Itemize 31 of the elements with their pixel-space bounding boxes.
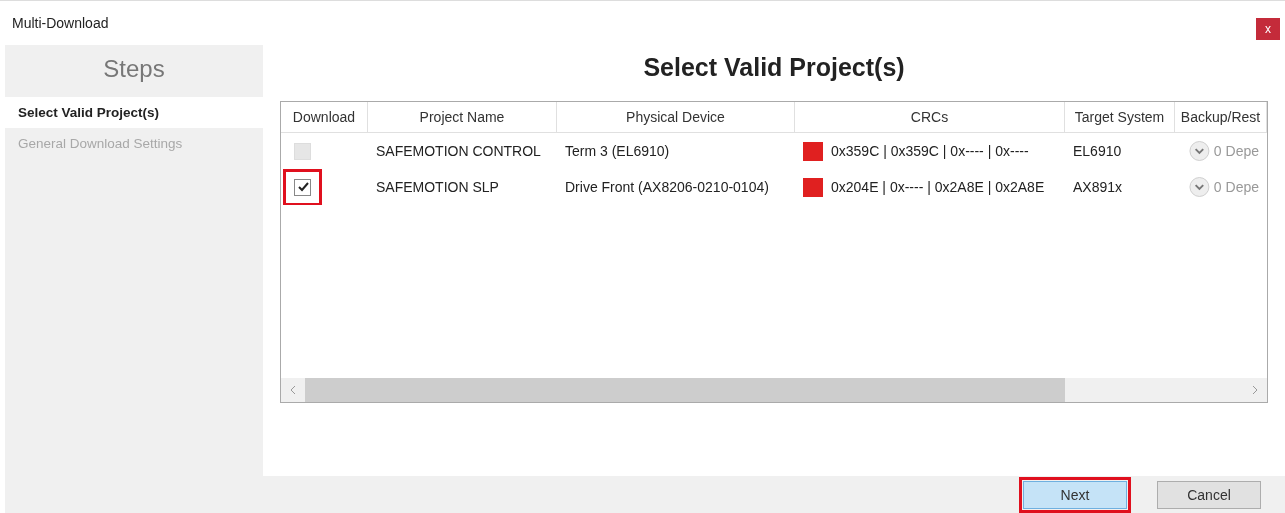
chevron-down-icon[interactable] bbox=[1189, 176, 1210, 198]
column-header[interactable]: Target System bbox=[1065, 102, 1175, 133]
step-item[interactable]: Select Valid Project(s) bbox=[5, 97, 263, 128]
close-button[interactable]: x bbox=[1256, 18, 1280, 40]
cancel-button[interactable]: Cancel bbox=[1157, 481, 1261, 509]
scroll-right-icon[interactable] bbox=[1252, 385, 1258, 395]
column-header[interactable]: Backup/Rest bbox=[1175, 102, 1267, 133]
scrollbar-thumb[interactable] bbox=[305, 378, 1065, 402]
scroll-left-icon[interactable] bbox=[290, 385, 296, 395]
column-header[interactable]: Download bbox=[281, 102, 368, 133]
chevron-down-icon[interactable] bbox=[1189, 140, 1210, 162]
column-header[interactable]: Physical Device bbox=[557, 102, 795, 133]
next-button[interactable]: Next bbox=[1023, 481, 1127, 509]
table-cell: 0x204E | 0x---- | 0x2A8E | 0x2A8E bbox=[831, 179, 1045, 195]
column-header[interactable]: CRCs bbox=[795, 102, 1065, 133]
table-cell: EL6910 bbox=[1073, 143, 1122, 159]
sidebar-title: Steps bbox=[102, 54, 166, 84]
table-cell: Term 3 (EL6910) bbox=[565, 143, 670, 159]
horizontal-scrollbar[interactable] bbox=[281, 378, 1267, 402]
column-header[interactable]: Project Name bbox=[368, 102, 557, 133]
table-cell: Drive Front (AX8206-0210-0104) bbox=[565, 179, 769, 195]
table-cell: SAFEMOTION CONTROL bbox=[376, 143, 541, 159]
window-title: Multi-Download bbox=[12, 15, 109, 31]
page-title: Select Valid Project(s) bbox=[642, 52, 906, 83]
table-cell: 0x359C | 0x359C | 0x---- | 0x---- bbox=[831, 143, 1029, 159]
table-cell: SAFEMOTION SLP bbox=[376, 179, 499, 195]
checkmark-icon bbox=[296, 181, 309, 193]
table-cell: 0 Depe bbox=[1213, 143, 1259, 159]
table-cell: 0 Depe bbox=[1213, 179, 1259, 195]
table-cell: AX891x bbox=[1073, 179, 1123, 195]
download-checkbox[interactable] bbox=[294, 178, 311, 196]
